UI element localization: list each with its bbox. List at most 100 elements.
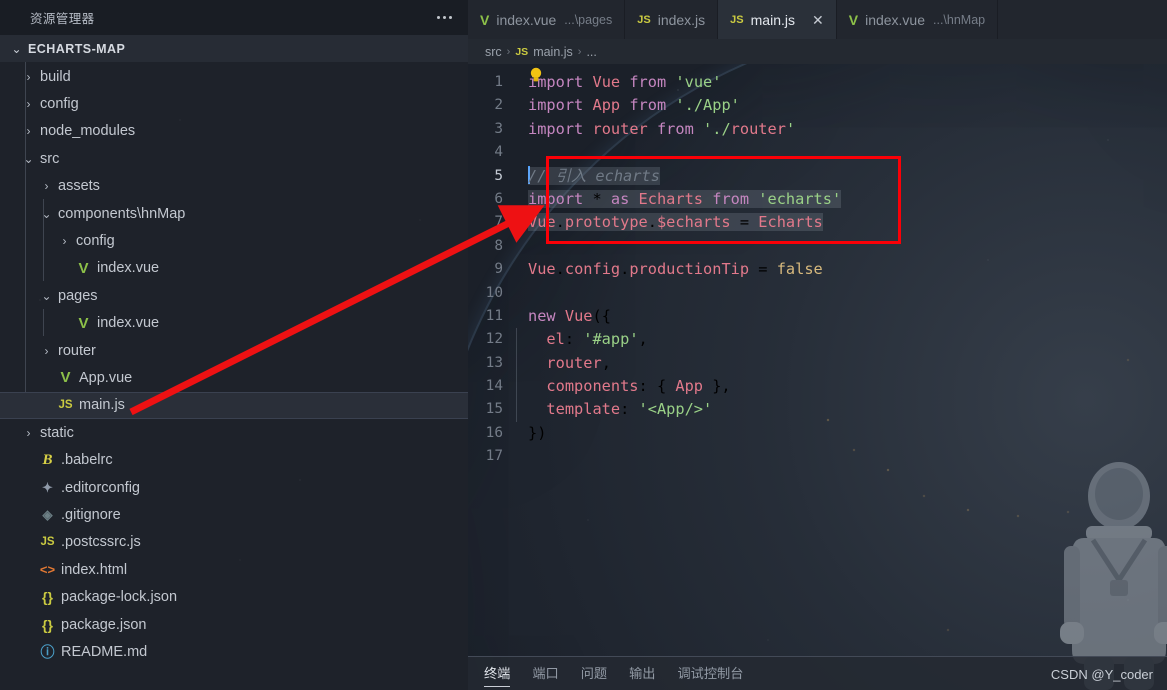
- code-line[interactable]: 15 template: '<App/>': [468, 398, 1167, 422]
- tree-item--gitignore[interactable]: ◈ .gitignore: [0, 501, 468, 528]
- chevron-down-icon[interactable]: ⌄: [38, 207, 55, 221]
- code-line[interactable]: 5 // 引入 echarts: [468, 165, 1167, 188]
- tree-item--editorconfig[interactable]: ✦ .editorconfig: [0, 474, 468, 501]
- editor-tab-label: main.js: [750, 11, 795, 28]
- breadcrumb-root[interactable]: src: [485, 45, 502, 59]
- tree-item-pages[interactable]: ⌄ pages: [0, 282, 468, 309]
- tree-item-label: .babelrc: [61, 452, 113, 469]
- code-line[interactable]: 14 components: { App },: [468, 375, 1167, 399]
- code-editor[interactable]: 1 import Vue from 'vue' 2 import App from '…: [468, 64, 1167, 664]
- breadcrumb-file[interactable]: main.js: [533, 45, 573, 59]
- code-line[interactable]: 6 import * as Echarts from 'echarts': [468, 188, 1167, 211]
- explorer-sidebar: 资源管理器 ⌄ ECHARTS-MAP › build › config › node_m…: [0, 0, 468, 690]
- code-line[interactable]: 8: [468, 235, 1167, 258]
- file-tree: › build › config › node_modules ⌄ src › assets ⌄ co…: [0, 62, 468, 666]
- chevron-right-icon[interactable]: ›: [38, 179, 55, 193]
- panel-tab-1[interactable]: 端口: [532, 663, 558, 684]
- workspace-root-label: ECHARTS-MAP: [28, 41, 126, 56]
- chevron-right-icon[interactable]: ›: [20, 97, 37, 111]
- editor-tab-main-js[interactable]: JS main.js ✕: [718, 0, 837, 39]
- tree-item-label: config: [40, 96, 79, 113]
- editor-tab-index-vue[interactable]: Vindex.vue ...\pages: [468, 0, 626, 39]
- tree-item-index-vue[interactable]: Vindex.vue: [0, 310, 468, 337]
- tree-item-label: router: [58, 342, 96, 359]
- code-line[interactable]: 10: [468, 282, 1167, 305]
- vue-file-icon: V: [480, 11, 490, 28]
- code-line[interactable]: 16}): [468, 422, 1167, 445]
- code-line-text: components: { App },: [516, 375, 731, 399]
- code-line[interactable]: 2 import App from './App': [468, 94, 1167, 117]
- tree-item-static[interactable]: › static: [0, 419, 468, 446]
- line-number: 5: [494, 167, 503, 184]
- tree-item-index-html[interactable]: <> index.html: [0, 556, 468, 583]
- tree-item--postcssrc-js[interactable]: JS .postcssrc.js: [0, 529, 468, 556]
- chevron-right-icon[interactable]: ›: [20, 426, 37, 440]
- tree-item-label: README.md: [61, 643, 148, 660]
- more-actions-icon[interactable]: [435, 12, 454, 23]
- tree-item-node_modules[interactable]: › node_modules: [0, 118, 468, 145]
- editor-tab-label: index.vue: [496, 11, 557, 28]
- html-file-icon: <>: [39, 562, 56, 578]
- panel-tab-2[interactable]: 问题: [581, 663, 607, 684]
- line-number: 13: [485, 354, 503, 371]
- tree-item-components-hnmap[interactable]: ⌄ components\hnMap: [0, 200, 468, 227]
- breadcrumb: src › JS main.js › ...: [468, 39, 1167, 64]
- tree-item-config[interactable]: › config: [0, 90, 468, 117]
- code-line[interactable]: 1 import Vue from 'vue': [468, 71, 1167, 94]
- code-line[interactable]: 11 new Vue({: [468, 305, 1167, 328]
- json-file-icon: {}: [42, 589, 53, 606]
- tree-item-package-lock-json[interactable]: {} package-lock.json: [0, 583, 468, 610]
- editor-tab-index-js[interactable]: JS index.js: [625, 0, 719, 39]
- panel-tab-4[interactable]: 调试控制台: [678, 663, 744, 684]
- tree-item--babelrc[interactable]: B .babelrc: [0, 446, 468, 473]
- chevron-right-icon[interactable]: ›: [20, 70, 37, 84]
- tree-item-label: .gitignore: [61, 506, 121, 523]
- close-icon[interactable]: ✕: [812, 13, 824, 27]
- code-line[interactable]: 12 el: '#app',: [468, 328, 1167, 352]
- code-line[interactable]: 7 Vue.prototype.$echarts = Echarts: [468, 211, 1167, 234]
- code-line[interactable]: 9 Vue.config.productionTip = false: [468, 258, 1167, 281]
- tree-item-router[interactable]: › router: [0, 337, 468, 364]
- git-file-icon: ◈: [42, 506, 53, 522]
- tree-item-label: .postcssrc.js: [61, 534, 141, 551]
- js-file-icon: JS: [40, 536, 55, 549]
- line-number: 14: [485, 378, 503, 395]
- code-line[interactable]: 13 router,: [468, 351, 1167, 376]
- tree-item-app-vue[interactable]: V App.vue: [0, 364, 468, 391]
- tree-item-label: package.json: [61, 616, 147, 633]
- panel-tab-0[interactable]: 终端: [484, 663, 511, 687]
- chevron-down-icon[interactable]: ⌄: [20, 152, 37, 166]
- breadcrumb-symbol[interactable]: ...: [586, 45, 596, 59]
- chevron-right-icon[interactable]: ›: [56, 234, 73, 248]
- code-line[interactable]: 3 import router from './router': [468, 118, 1167, 141]
- line-number: 16: [485, 424, 503, 441]
- chevron-right-icon[interactable]: ›: [20, 124, 37, 138]
- tree-item-src[interactable]: ⌄ src: [0, 145, 468, 172]
- tree-item-package-json[interactable]: {} package.json: [0, 611, 468, 638]
- tree-item-label: build: [40, 68, 71, 85]
- tree-item-label: config: [76, 233, 115, 250]
- tree-item-main-js[interactable]: JS main.js: [0, 391, 468, 420]
- workspace-root-row[interactable]: ⌄ ECHARTS-MAP: [0, 35, 468, 62]
- tree-item-config[interactable]: › config: [0, 227, 468, 254]
- chevron-right-icon: ›: [506, 45, 511, 58]
- chevron-down-icon[interactable]: ⌄: [38, 289, 55, 303]
- code-line[interactable]: 17: [468, 445, 1167, 468]
- tree-item-build[interactable]: › build: [0, 63, 468, 90]
- code-line-text: Vue.prototype.$echarts = Echarts: [528, 213, 823, 232]
- code-line[interactable]: 4: [468, 141, 1167, 164]
- line-number: 3: [494, 120, 503, 137]
- tree-item-index-vue[interactable]: Vindex.vue: [0, 255, 468, 282]
- tree-item-assets[interactable]: › assets: [0, 173, 468, 200]
- vue-file-icon: V: [60, 369, 71, 387]
- editor-tab-index-vue[interactable]: Vindex.vue ...\hnMap: [836, 0, 999, 39]
- tree-item-label: index.html: [61, 561, 128, 578]
- code-line-text: import * as Echarts from 'echarts': [528, 189, 842, 208]
- tree-item-readme-md[interactable]: ⓘ README.md: [0, 638, 468, 665]
- panel-tab-3[interactable]: 输出: [629, 663, 655, 684]
- tree-item-label: src: [40, 150, 60, 167]
- chevron-right-icon[interactable]: ›: [38, 344, 55, 358]
- lightbulb-icon[interactable]: [530, 67, 542, 83]
- tree-item-label: index.vue: [97, 315, 160, 332]
